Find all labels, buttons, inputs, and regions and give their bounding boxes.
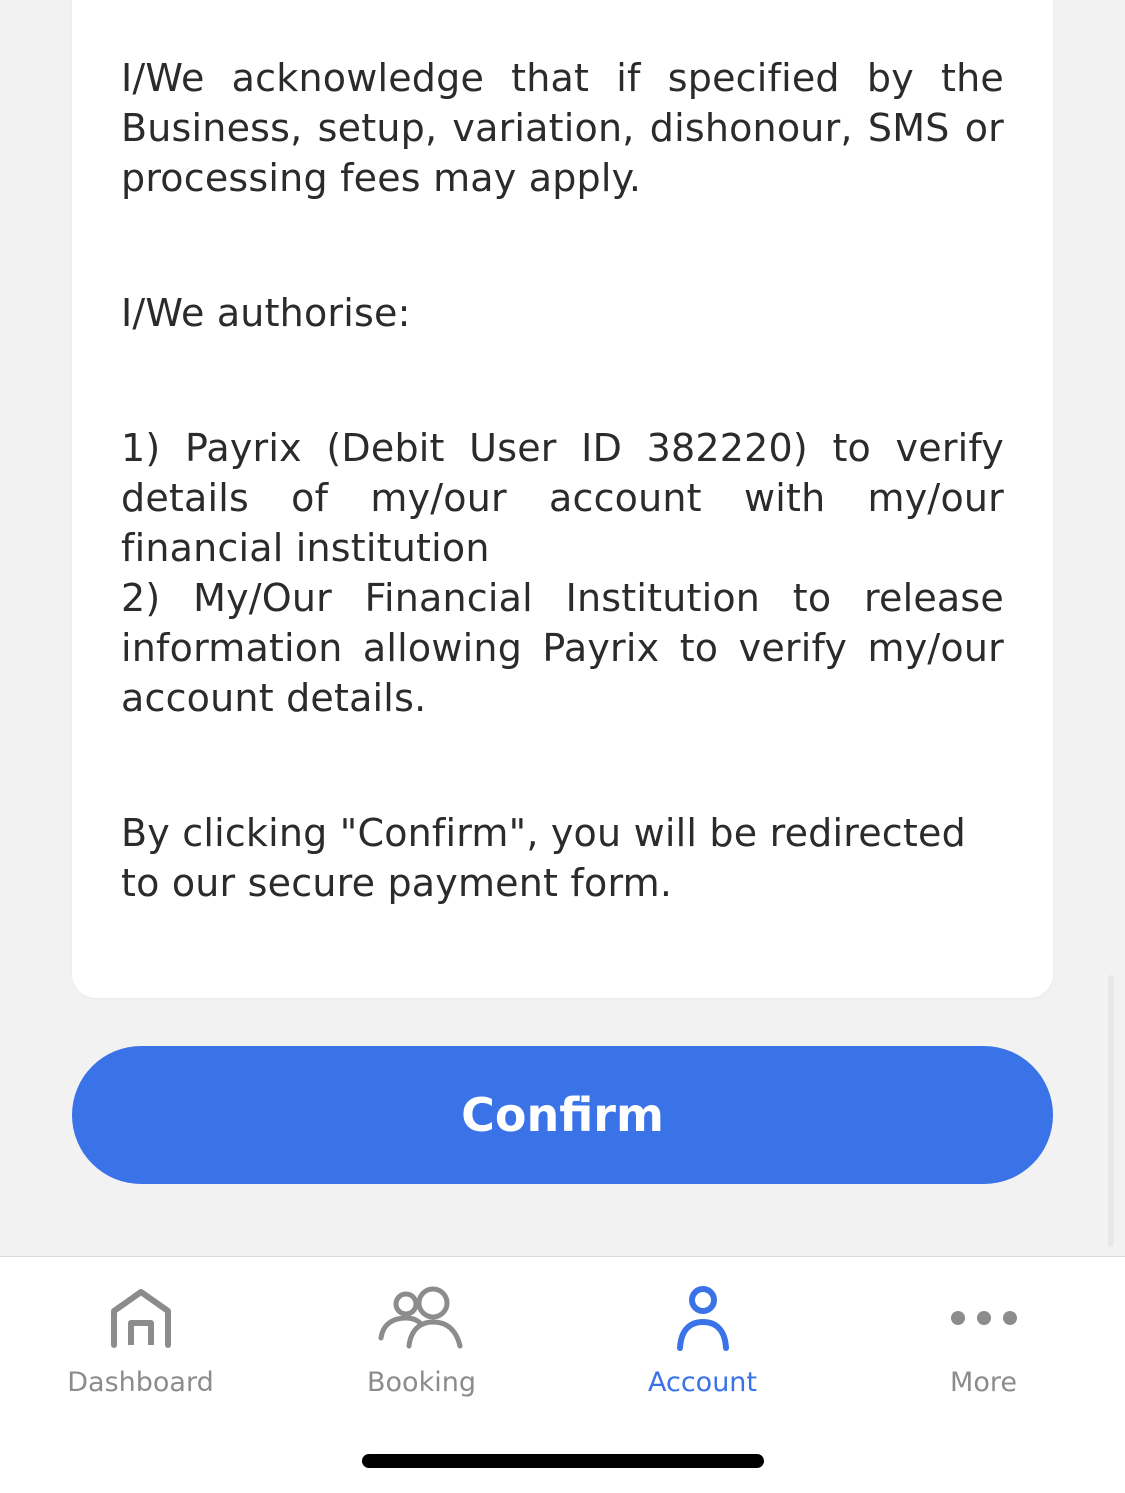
authorise-item-2: 2) My/Our Financial Institution to relea… bbox=[121, 576, 1004, 720]
tab-account[interactable]: Account bbox=[562, 1257, 843, 1427]
people-icon bbox=[372, 1283, 472, 1353]
tab-label-account: Account bbox=[647, 1367, 757, 1398]
redirect-notice: By clicking "Confirm", you will be redir… bbox=[121, 811, 966, 905]
more-dots-icon bbox=[934, 1283, 1034, 1353]
tab-label-dashboard: Dashboard bbox=[67, 1367, 214, 1398]
person-icon bbox=[653, 1283, 753, 1353]
fees-paragraph: I/We acknowledge that if specified by th… bbox=[121, 56, 1004, 200]
authorise-heading: I/We authorise: bbox=[121, 291, 411, 335]
scrollbar[interactable] bbox=[1108, 975, 1114, 1247]
home-icon bbox=[91, 1283, 191, 1353]
confirm-button[interactable]: Confirm bbox=[72, 1046, 1053, 1184]
tab-more[interactable]: More bbox=[843, 1257, 1124, 1427]
tab-dashboard[interactable]: Dashboard bbox=[0, 1257, 281, 1427]
authorise-item-1: 1) Payrix (Debit User ID 382220) to veri… bbox=[121, 426, 1004, 570]
home-indicator[interactable] bbox=[362, 1454, 764, 1468]
tab-booking[interactable]: Booking bbox=[281, 1257, 562, 1427]
tab-label-booking: Booking bbox=[367, 1367, 476, 1398]
app-screen: I/We acknowledge that if specified by th… bbox=[0, 0, 1125, 1493]
tab-label-more: More bbox=[950, 1367, 1017, 1398]
